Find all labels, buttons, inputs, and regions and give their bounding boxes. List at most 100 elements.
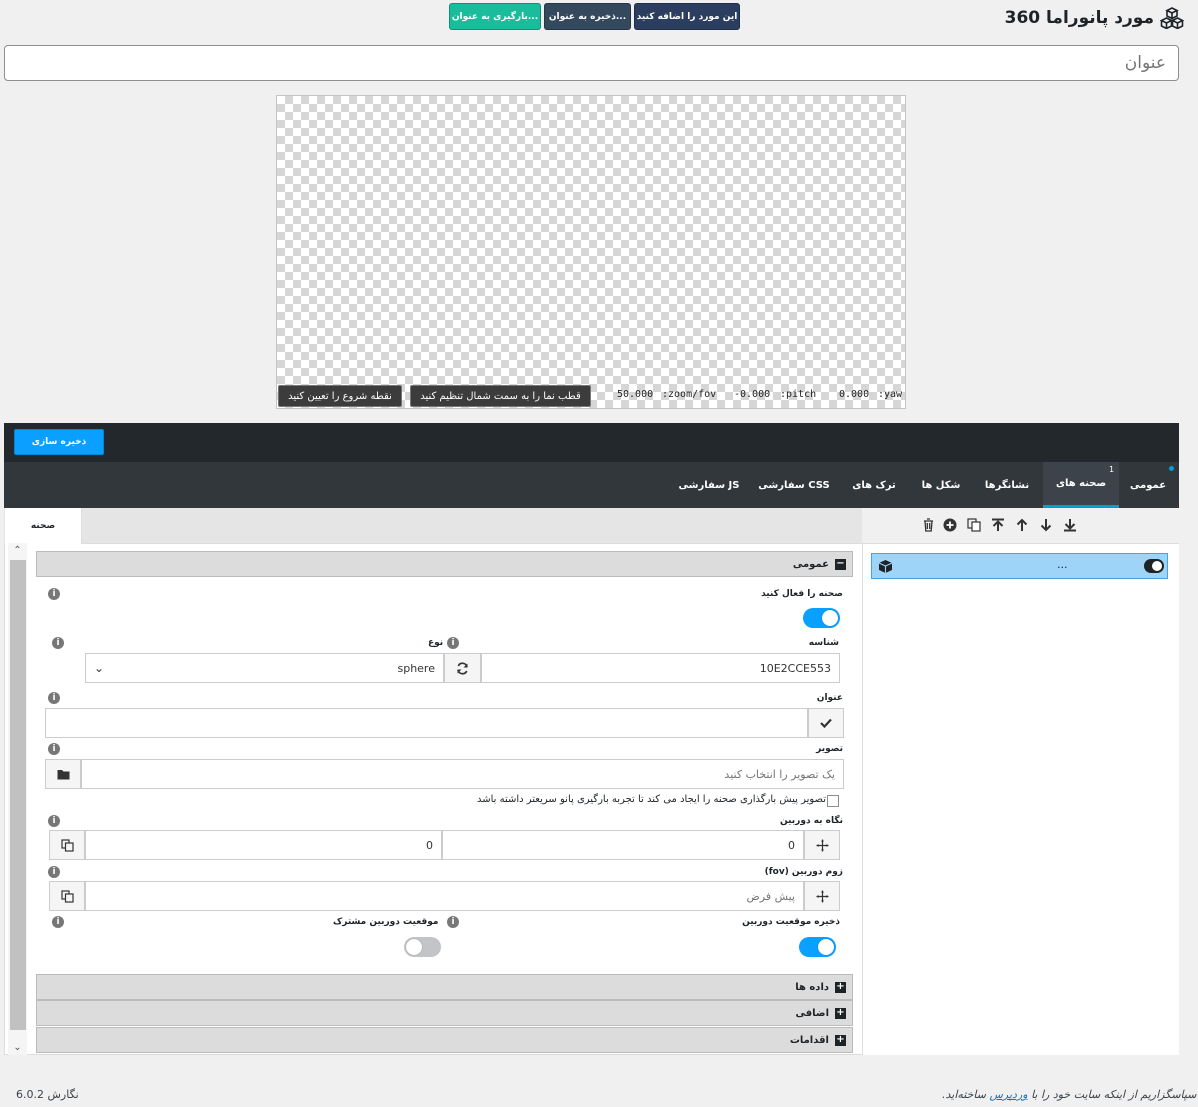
expand-icon: + [835,1006,846,1019]
save-button[interactable]: ذخیره سازی [14,429,104,455]
info-icon[interactable]: i [48,743,60,755]
title-label: عنوان [816,693,843,703]
section-extra-header[interactable]: اضافی + [36,1000,853,1026]
scenes-list-panel [862,508,1179,1055]
page-title: مورد پانوراما 360 [1005,6,1184,30]
id-label: شناسه [808,638,839,648]
tab-general[interactable]: عمومی [1122,462,1174,508]
expand-icon: + [835,980,846,993]
scene-list-item[interactable]: ... [871,553,1168,579]
info-icon[interactable]: i [48,866,60,878]
scene-id-field[interactable] [481,653,840,683]
section-data-label: داده ها [795,981,829,993]
panorama-preview[interactable] [276,95,906,409]
chevron-down-icon: ⌄ [94,661,105,675]
wordpress-link[interactable]: وردپرس [989,1088,1027,1101]
section-actions-label: اقدامات [789,1034,829,1046]
info-icon[interactable]: i [447,637,459,649]
save-camera-toggle[interactable] [799,937,836,957]
scenes-count-badge: 1 [1109,465,1115,474]
pitch-value: -0.000 [734,389,771,400]
info-icon[interactable]: i [52,916,64,928]
set-north-button[interactable]: قطب نما را به سمت شمال تنظیم کنید [410,385,591,407]
type-select[interactable]: ⌄ sphere [85,653,444,683]
preload-checkbox[interactable] [827,795,839,807]
tab-custom-css[interactable]: CSS سفارشی [752,462,836,508]
info-icon[interactable]: i [48,815,60,827]
scene-item-label: ... [1057,558,1068,571]
folder-icon[interactable] [45,759,81,789]
shared-camera-toggle[interactable] [404,937,441,957]
expand-icon: + [835,1033,846,1046]
footer-version: نگارش 6.0.2 [16,1088,79,1101]
zoom-value: 50.000 [617,389,654,400]
copy-icon[interactable] [966,517,982,533]
tab-scenes[interactable]: صحنه های [1043,462,1119,508]
enable-scene-toggle[interactable] [803,608,840,628]
status-dot [1169,466,1174,471]
page-title-text: مورد پانوراما 360 [1004,8,1154,28]
scene-tabs-header [4,508,862,544]
save-as-button[interactable]: ذخیره به عنوان... [544,3,631,30]
section-actions-header[interactable]: اقدامات + [36,1027,853,1053]
tab-custom-js[interactable]: JS سفارشی [670,462,748,508]
section-general-header[interactable]: عمومی − [36,551,853,577]
yaw-value: 0.000 [839,389,870,400]
info-icon[interactable]: i [447,916,459,928]
enable-scene-label: صحنه را فعال کنید [761,589,843,599]
check-icon[interactable] [808,708,844,738]
section-data-header[interactable]: داده ها + [36,974,853,1000]
scroll-up-icon[interactable]: ⌃ [8,543,27,557]
zoom-label: :zoom/fov [662,389,717,400]
move-top-icon[interactable] [990,517,1006,533]
item-title-input[interactable] [4,45,1179,81]
load-as-button[interactable]: بارگیری به عنوان... [449,3,541,30]
yaw-label: :yaw [878,389,903,400]
camera-look-y-field[interactable] [442,830,804,860]
camera-look-label: نگاه به دوربین [780,816,843,826]
tab-markers[interactable]: نشانگرها [976,462,1038,508]
footer-thanks-prefix: سپاسگزاریم از اینکه سایت خود را با [1031,1088,1197,1101]
scrollbar-thumb[interactable] [10,560,26,1030]
tab-shapes[interactable]: شکل ها [912,462,970,508]
camera-look-x-field[interactable] [85,830,442,860]
cube-icon [878,559,893,577]
trash-icon[interactable] [920,517,936,533]
camera-zoom-field[interactable] [85,881,804,911]
crosshair-icon[interactable] [804,881,840,911]
info-icon[interactable]: i [48,588,60,600]
type-select-value: sphere [397,661,435,675]
copy-icon[interactable] [49,830,85,860]
arrow-down-icon[interactable] [1038,517,1054,533]
scene-title-field[interactable] [45,708,808,738]
save-camera-label: ذخیره موقعیت دوربین [742,917,840,927]
add-item-button[interactable]: این مورد را اضافه کنید [634,3,740,30]
section-extra-label: اضافی [795,1007,829,1019]
section-general-label: عمومی [792,558,829,570]
type-label: نوع [428,638,444,648]
scroll-down-icon[interactable]: ⌄ [8,1040,27,1054]
shared-camera-label: موقعیت دوربین مشترک [333,917,439,927]
footer-thanks-suffix: ساخته‌اید. [942,1088,986,1101]
editor-toolbar [4,423,1179,462]
footer-thanks: سپاسگزاریم از اینکه سایت خود را با وردپر… [942,1088,1196,1101]
crosshair-icon[interactable] [804,830,840,860]
image-label: تصویر [816,744,843,754]
info-icon[interactable]: i [52,637,64,649]
set-start-point-button[interactable]: نقطه شروع را تعیین کنید [278,385,402,407]
tab-scene[interactable]: صحنه [5,508,82,544]
refresh-icon[interactable] [444,653,481,683]
info-icon[interactable]: i [48,692,60,704]
scene-visibility-toggle[interactable] [1144,559,1164,573]
pitch-label: :pitch [780,389,817,400]
arrow-up-icon[interactable] [1014,517,1030,533]
camera-zoom-label: زوم دوربین (fov) [764,867,843,877]
scene-image-field[interactable] [81,759,844,789]
move-bottom-icon[interactable] [1062,517,1078,533]
collapse-icon: − [835,557,846,570]
add-circle-icon[interactable] [942,517,958,533]
tab-tracks[interactable]: ترک های [843,462,905,508]
cubes-icon [1160,7,1184,29]
preload-text: تصویر پیش بارگذاری صحنه را ایجاد می کند … [476,794,826,805]
copy-icon[interactable] [49,881,85,911]
